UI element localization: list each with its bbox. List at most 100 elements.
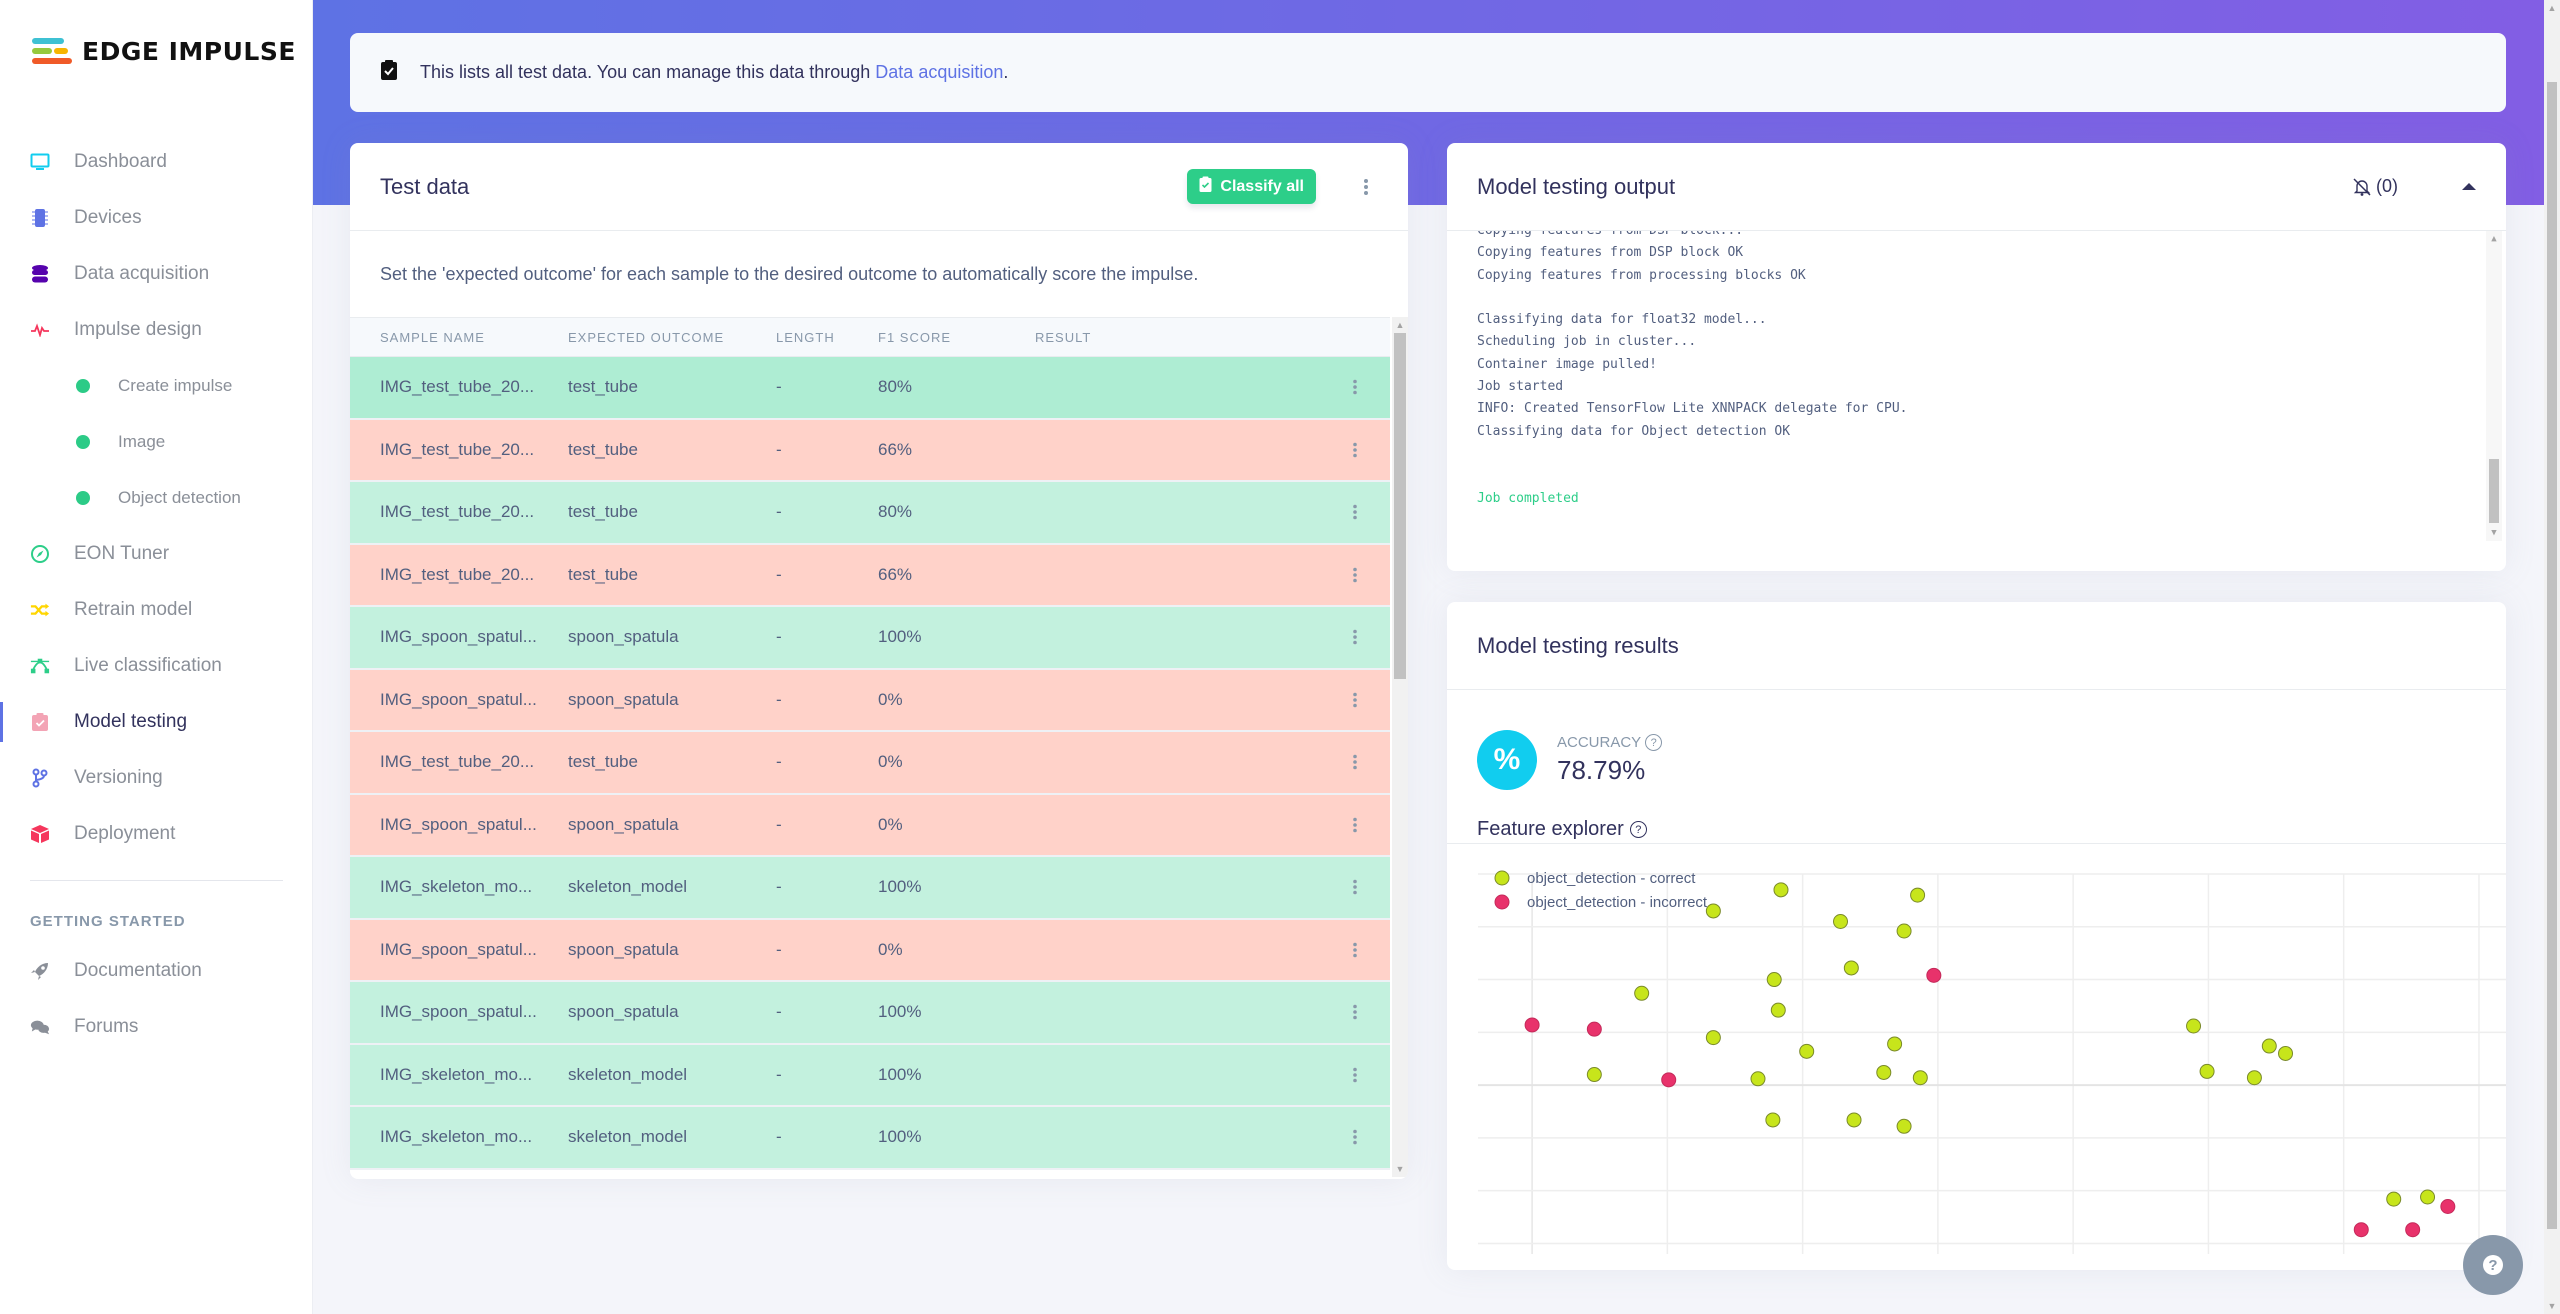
sidebar-item-image[interactable]: Image (0, 414, 313, 470)
table-row[interactable]: IMG_test_tube_20... test_tube - 80% (350, 482, 1390, 545)
data-point-incorrect[interactable] (1524, 1017, 1540, 1033)
data-point-correct[interactable] (1896, 1118, 1912, 1134)
data-point-correct[interactable] (1750, 1071, 1766, 1087)
sidebar-item-versioning[interactable]: Versioning (0, 750, 313, 806)
sidebar-item-model-testing[interactable]: Model testing (0, 694, 313, 750)
table-scrollbar[interactable]: ▲ ▼ (1392, 317, 1408, 1177)
data-point-correct[interactable] (2246, 1070, 2262, 1086)
scroll-up-icon[interactable]: ▲ (2486, 231, 2502, 247)
data-point-correct[interactable] (1833, 914, 1849, 929)
table-row[interactable]: IMG_test_tube_20... test_tube - 66% (350, 544, 1390, 607)
data-point-correct[interactable] (1910, 887, 1926, 903)
data-point-correct[interactable] (2386, 1191, 2402, 1207)
table-row[interactable]: IMG_spoon_spatul... spoon_spatula - 100% (350, 607, 1390, 670)
data-point-correct[interactable] (1887, 1036, 1903, 1052)
row-menu-button[interactable] (1325, 754, 1385, 770)
notifications-toggle[interactable]: (0) (2352, 176, 2398, 197)
row-menu-button[interactable] (1325, 442, 1385, 458)
column-header-result[interactable]: RESULT (1035, 330, 1325, 345)
sidebar-item-dashboard[interactable]: Dashboard (0, 134, 313, 190)
data-point-correct[interactable] (1876, 1064, 1892, 1080)
table-row[interactable]: IMG_test_tube_20... test_tube - 80% (350, 357, 1390, 420)
data-point-correct[interactable] (1843, 960, 1859, 976)
classify-all-button[interactable]: Classify all (1187, 169, 1316, 204)
scroll-up-icon[interactable]: ▲ (1392, 317, 1408, 333)
legend-label[interactable]: object_detection - correct (1527, 870, 1696, 887)
row-menu-button[interactable] (1325, 504, 1385, 520)
feature-explorer-chart[interactable]: object_detection - correct object_detecti… (1447, 864, 2506, 1264)
sidebar-item-documentation[interactable]: Documentation (0, 943, 313, 999)
test-data-menu-button[interactable] (1354, 172, 1378, 202)
table-scrollbar-thumb[interactable] (1394, 333, 1406, 679)
table-row[interactable]: IMG_spoon_spatul... spoon_spatula - 0% (350, 669, 1390, 732)
sidebar-item-eon-tuner[interactable]: EON Tuner (0, 526, 313, 582)
sidebar-item-forums[interactable]: Forums (0, 999, 313, 1055)
data-point-correct[interactable] (1770, 1002, 1786, 1018)
sidebar-item-object-detection[interactable]: Object detection (0, 470, 313, 526)
data-point-correct[interactable] (1912, 1070, 1928, 1086)
table-row[interactable]: IMG_test_tube_20... test_tube - 66% (350, 419, 1390, 482)
data-point-incorrect[interactable] (2440, 1199, 2456, 1214)
table-row[interactable]: IMG_spoon_spatul... spoon_spatula - 0% (350, 919, 1390, 982)
data-point-correct[interactable] (1799, 1043, 1815, 1059)
data-point-correct[interactable] (1765, 1112, 1781, 1128)
row-menu-button[interactable] (1325, 1067, 1385, 1083)
scroll-up-icon[interactable]: ▲ (2544, 0, 2560, 16)
legend-label[interactable]: object_detection - incorrect (1527, 894, 1708, 911)
table-row[interactable]: IMG_skeleton_mo... skeleton_model - 100% (350, 857, 1390, 920)
feature-explorer-help-icon[interactable]: ? (1629, 821, 1647, 838)
sidebar-item-live-classification[interactable]: Live classification (0, 638, 313, 694)
data-point-correct[interactable] (2199, 1063, 2215, 1079)
sidebar-item-devices[interactable]: Devices (0, 190, 313, 246)
accuracy-help-icon[interactable]: ? (1645, 734, 1663, 751)
column-header-length[interactable]: LENGTH (776, 330, 878, 345)
data-point-incorrect[interactable] (1926, 967, 1942, 983)
data-point-incorrect[interactable] (2353, 1222, 2369, 1238)
help-button[interactable]: ? (2463, 1235, 2523, 1295)
sidebar-item-data-acquisition[interactable]: Data acquisition (0, 246, 313, 302)
data-point-correct[interactable] (2261, 1038, 2277, 1054)
row-menu-button[interactable] (1325, 942, 1385, 958)
table-row[interactable]: IMG_skeleton_mo... skeleton_model - 100% (350, 1044, 1390, 1107)
table-row[interactable]: IMG_spoon_spatul... spoon_spatula - 0% (350, 794, 1390, 857)
data-point-correct[interactable] (1705, 1030, 1721, 1046)
sidebar-item-deployment[interactable]: Deployment (0, 806, 313, 862)
brand-logo[interactable]: EDGE IMPULSE (30, 36, 296, 66)
row-menu-button[interactable] (1325, 379, 1385, 395)
data-point-correct[interactable] (1896, 923, 1912, 939)
row-menu-button[interactable] (1325, 1129, 1385, 1145)
data-point-correct[interactable] (1586, 1067, 1602, 1083)
row-menu-button[interactable] (1325, 692, 1385, 708)
page-scrollbar[interactable]: ▲ ▼ (2544, 0, 2560, 1314)
data-point-correct[interactable] (2278, 1045, 2294, 1061)
row-menu-button[interactable] (1325, 817, 1385, 833)
scroll-down-icon[interactable]: ▼ (1392, 1161, 1408, 1177)
row-menu-button[interactable] (1325, 629, 1385, 645)
table-row[interactable]: IMG_skeleton_mo... skeleton_model - 100% (350, 1107, 1390, 1170)
data-acquisition-link[interactable]: Data acquisition (875, 62, 1003, 83)
sidebar-item-impulse-design[interactable]: Impulse design (0, 302, 313, 358)
data-point-incorrect[interactable] (2405, 1222, 2421, 1238)
legend-marker[interactable] (1494, 894, 1510, 910)
table-row[interactable]: IMG_test_tube_20... test_tube - 0% (350, 732, 1390, 795)
sidebar-item-retrain-model[interactable]: Retrain model (0, 582, 313, 638)
table-row[interactable]: IMG_spoon_spatul... spoon_spatula - 100% (350, 982, 1390, 1045)
row-menu-button[interactable] (1325, 1004, 1385, 1020)
column-header-sample-name[interactable]: SAMPLE NAME (350, 330, 568, 345)
data-point-incorrect[interactable] (1661, 1072, 1677, 1088)
column-header-f1-score[interactable]: F1 SCORE (878, 330, 1035, 345)
collapse-caret-icon[interactable] (2462, 183, 2476, 190)
data-point-correct[interactable] (1766, 972, 1782, 988)
data-point-correct[interactable] (2420, 1189, 2436, 1205)
scroll-down-icon[interactable]: ▼ (2486, 525, 2502, 541)
scroll-down-icon[interactable]: ▼ (2544, 1298, 2560, 1314)
column-header-expected-outcome[interactable]: EXPECTED OUTCOME (568, 330, 776, 345)
data-point-correct[interactable] (1634, 985, 1650, 1001)
page-scrollbar-thumb[interactable] (2547, 82, 2557, 1229)
data-point-incorrect[interactable] (1586, 1021, 1602, 1037)
data-point-correct[interactable] (2186, 1018, 2202, 1034)
log-scrollbar[interactable]: ▲ ▼ (2486, 231, 2502, 541)
data-point-correct[interactable] (1773, 882, 1789, 898)
row-menu-button[interactable] (1325, 567, 1385, 583)
data-point-correct[interactable] (1846, 1112, 1862, 1128)
